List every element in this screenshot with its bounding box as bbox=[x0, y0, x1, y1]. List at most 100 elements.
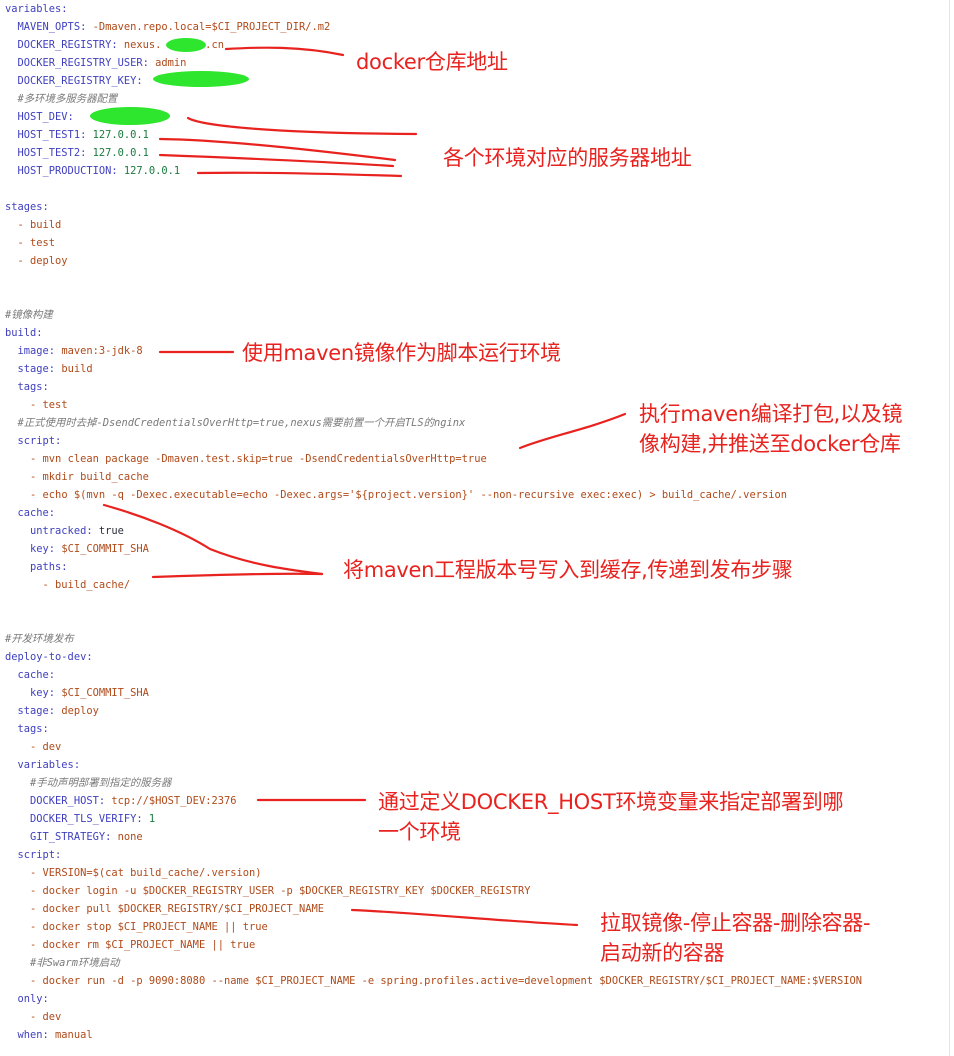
code-value: docker stop $CI_PROJECT_NAME || true bbox=[42, 921, 268, 933]
code-line: HOST_TEST2: 127.0.0.1 bbox=[5, 144, 149, 162]
code-comment: #非Swarm环境启动 bbox=[5, 957, 120, 969]
code-key: when: bbox=[5, 1029, 56, 1041]
code-line: script: bbox=[5, 846, 62, 864]
code-value: dev bbox=[42, 1011, 62, 1023]
code-key: variables: bbox=[5, 759, 81, 771]
code-key: HOST_PRODUCTION: bbox=[5, 165, 124, 177]
code-line: key: $CI_COMMIT_SHA bbox=[5, 684, 149, 702]
code-value: - bbox=[5, 255, 31, 267]
code-value: 127.0.0.1 bbox=[92, 147, 149, 159]
code-line: GIT_STRATEGY: none bbox=[5, 828, 143, 846]
code-line: script: bbox=[5, 432, 62, 450]
code-value: VERSION=$(cat build_cache/.version) bbox=[42, 867, 262, 879]
code-line: - echo $(mvn -q -Dexec.executable=echo -… bbox=[5, 486, 787, 504]
code-key: DOCKER_TLS_VERIFY: bbox=[5, 813, 149, 825]
annotation-image: 使用maven镜像作为脚本运行环境 bbox=[242, 341, 561, 365]
code-line: DOCKER_REGISTRY: nexus. .cn bbox=[5, 36, 224, 54]
code-key: tags: bbox=[5, 381, 49, 393]
code-line: - docker rm $CI_PROJECT_NAME || true bbox=[5, 936, 255, 954]
code-line: MAVEN_OPTS: -Dmaven.repo.local=$CI_PROJE… bbox=[5, 18, 331, 36]
code-value: - bbox=[5, 1011, 43, 1023]
code-key: tags: bbox=[5, 723, 49, 735]
code-key: key: bbox=[5, 687, 62, 699]
code-value: - bbox=[5, 885, 43, 897]
code-line: - dev bbox=[5, 738, 61, 756]
code-value: echo $(mvn -q -Dexec.executable=echo -De… bbox=[42, 489, 787, 501]
code-line: DOCKER_HOST: tcp://$HOST_DEV:2376 bbox=[5, 792, 236, 810]
code-value: test bbox=[30, 237, 56, 249]
code-key: DOCKER_HOST: bbox=[5, 795, 112, 807]
code-line: image: maven:3-jdk-8 bbox=[5, 342, 143, 360]
code-value: test bbox=[42, 399, 68, 411]
code-key: HOST_DEV: bbox=[5, 111, 81, 123]
code-line: - build_cache/ bbox=[5, 576, 131, 594]
code-line: variables: bbox=[5, 756, 81, 774]
code-line: cache: bbox=[5, 504, 56, 522]
code-line: DOCKER_TLS_VERIFY: 1 bbox=[5, 810, 155, 828]
annotation-script-line2: 像构建,并推送至docker仓库 bbox=[639, 432, 901, 456]
code-key: only: bbox=[5, 993, 49, 1005]
code-value: 127.0.0.1 bbox=[92, 129, 149, 141]
code-value: 127.0.0.1 bbox=[123, 165, 181, 177]
code-line: HOST_DEV: bbox=[5, 108, 80, 126]
code-value: docker run -d -p 9090:8080 --name $CI_PR… bbox=[42, 975, 863, 987]
code-value: maven:3-jdk-8 bbox=[61, 345, 143, 357]
code-line: - docker stop $CI_PROJECT_NAME || true bbox=[5, 918, 268, 936]
code-key: image: bbox=[5, 345, 62, 357]
code-value: build bbox=[30, 219, 62, 231]
code-value: build_cache/ bbox=[55, 579, 131, 591]
code-value: - bbox=[5, 939, 43, 951]
code-line: - docker login -u $DOCKER_REGISTRY_USER … bbox=[5, 882, 530, 900]
code-line: #镜像构建 bbox=[5, 306, 53, 324]
code-key: DOCKER_REGISTRY_USER: bbox=[5, 57, 156, 69]
code-value: - bbox=[5, 219, 31, 231]
code-value: - bbox=[5, 921, 43, 933]
code-line: - mvn clean package -Dmaven.test.skip=tr… bbox=[5, 450, 487, 468]
code-line: deploy-to-dev: bbox=[5, 648, 93, 666]
annotation-cache: 将maven工程版本号写入到缓存,传递到发布步骤 bbox=[343, 558, 793, 582]
code-key: paths: bbox=[5, 561, 68, 573]
code-key: DOCKER_REGISTRY: bbox=[5, 39, 124, 51]
code-value: manual bbox=[55, 1029, 93, 1041]
code-line: - mkdir build_cache bbox=[5, 468, 149, 486]
code-value: deploy bbox=[30, 255, 68, 267]
code-line: stage: build bbox=[5, 360, 93, 378]
code-value: - bbox=[5, 579, 56, 591]
code-key: build: bbox=[5, 327, 43, 339]
code-value: mkdir build_cache bbox=[42, 471, 149, 483]
code-key: stage: bbox=[5, 705, 62, 717]
code-line: paths: bbox=[5, 558, 68, 576]
code-value: - bbox=[5, 489, 43, 501]
code-line: - deploy bbox=[5, 252, 68, 270]
code-key: HOST_TEST2: bbox=[5, 147, 93, 159]
code-line: stages: bbox=[5, 198, 49, 216]
annotation-pull-line1: 拉取镜像-停止容器-删除容器- bbox=[600, 911, 871, 935]
code-line: HOST_TEST1: 127.0.0.1 bbox=[5, 126, 149, 144]
code-value: deploy bbox=[61, 705, 99, 717]
code-line: variables: bbox=[5, 0, 68, 18]
code-key: stage: bbox=[5, 363, 62, 375]
code-key: deploy-to-dev: bbox=[5, 651, 93, 663]
code-key: variables: bbox=[5, 3, 68, 15]
code-key: cache: bbox=[5, 507, 56, 519]
code-value: mvn clean package -Dmaven.test.skip=true… bbox=[42, 453, 487, 465]
code-line: - test bbox=[5, 396, 68, 414]
code-value: - bbox=[5, 975, 43, 987]
code-comment: #手动声明部署到指定的服务器 bbox=[5, 777, 172, 789]
code-value: - bbox=[5, 867, 43, 879]
code-key: GIT_STRATEGY: bbox=[5, 831, 118, 843]
code-line: HOST_PRODUCTION: 127.0.0.1 bbox=[5, 162, 181, 180]
code-line: cache: bbox=[5, 666, 56, 684]
annotation-hosts: 各个环境对应的服务器地址 bbox=[443, 146, 692, 170]
code-line: #非Swarm环境启动 bbox=[5, 954, 120, 972]
code-line: #开发环境发布 bbox=[5, 630, 74, 648]
code-key: DOCKER_REGISTRY_KEY: bbox=[5, 75, 149, 87]
code-line: - VERSION=$(cat build_cache/.version) bbox=[5, 864, 262, 882]
code-value: - bbox=[5, 399, 43, 411]
annotation-docker-host-line2: 一个环境 bbox=[378, 820, 461, 844]
code-line: #正式使用时去掉-DsendCredentialsOverHttp=true,n… bbox=[5, 414, 466, 432]
code-value: - bbox=[5, 903, 43, 915]
code-line: untracked: true bbox=[5, 522, 124, 540]
code-value: nexus. .cn bbox=[123, 39, 224, 51]
code-line: - docker run -d -p 9090:8080 --name $CI_… bbox=[5, 972, 862, 990]
